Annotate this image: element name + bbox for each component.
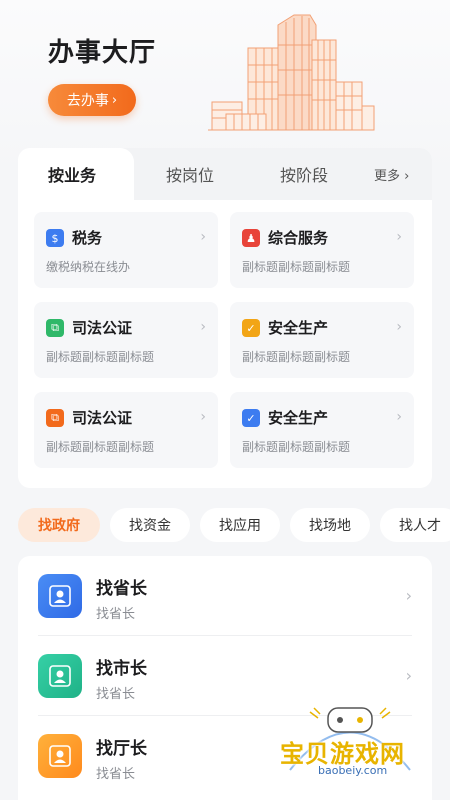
- tab-by-business[interactable]: 按业务: [48, 162, 96, 186]
- hero-banner: 办事大厅 去办事 ›: [0, 0, 450, 170]
- watermark-logo: 宝贝游戏网 baobeiy.com: [270, 700, 430, 795]
- chip-find-venue[interactable]: 找场地: [290, 508, 370, 542]
- chevron-right-icon: ›: [200, 409, 206, 425]
- people-icon: ♟: [242, 229, 260, 247]
- row-title: 找省长: [96, 579, 147, 599]
- chevron-right-icon: ›: [200, 229, 206, 245]
- service-subtitle: 副标题副标题副标题: [242, 350, 351, 364]
- chevron-right-icon: ›: [396, 229, 402, 245]
- more-label: 更多: [374, 169, 401, 184]
- buildings-illustration: [208, 14, 375, 131]
- service-item-tax[interactable]: $ 税务 缴税纳税在线办 ›: [34, 212, 218, 288]
- service-subtitle: 副标题副标题副标题: [242, 260, 351, 274]
- go-handle-button[interactable]: 去办事 ›: [48, 84, 136, 116]
- service-title: 司法公证: [72, 409, 133, 427]
- service-title: 司法公证: [72, 319, 133, 337]
- page-title: 办事大厅: [48, 38, 157, 68]
- chevron-right-icon: ›: [396, 409, 402, 425]
- service-title: 安全生产: [268, 319, 329, 337]
- row-title: 找市长: [96, 659, 147, 679]
- judicial-icon: ⧉: [46, 319, 64, 337]
- service-subtitle: 副标题副标题副标题: [46, 440, 155, 454]
- judicial-icon: ⧉: [46, 409, 64, 427]
- chip-find-talent[interactable]: 找人才: [380, 508, 450, 542]
- chevron-right-icon: ›: [405, 666, 412, 685]
- shield-icon: ✓: [242, 319, 260, 337]
- person-icon: [49, 585, 71, 607]
- go-handle-label: 去办事: [66, 93, 109, 109]
- service-item-general[interactable]: ♟ 综合服务 副标题副标题副标题 ›: [230, 212, 414, 288]
- person-icon: [49, 665, 71, 687]
- row-subtitle: 找省长: [96, 607, 136, 622]
- service-subtitle: 副标题副标题副标题: [46, 350, 155, 364]
- row-title: 找厅长: [96, 739, 147, 759]
- person-icon: [49, 745, 71, 767]
- person-avatar-icon: [38, 574, 82, 618]
- chip-find-apps[interactable]: 找应用: [200, 508, 280, 542]
- tab-by-position[interactable]: 按岗位: [166, 162, 214, 186]
- tax-icon: $: [46, 229, 64, 247]
- service-item-judicial-2[interactable]: ⧉ 司法公证 副标题副标题副标题 ›: [34, 392, 218, 468]
- service-subtitle: 副标题副标题副标题: [242, 440, 351, 454]
- chevron-right-icon: ›: [396, 319, 402, 335]
- chip-find-government[interactable]: 找政府: [18, 508, 100, 542]
- row-subtitle: 找省长: [96, 687, 136, 702]
- row-subtitle: 找省长: [96, 767, 136, 782]
- list-item[interactable]: 找省长 找省长 ›: [18, 556, 432, 636]
- tab-by-stage[interactable]: 按阶段: [280, 162, 328, 186]
- service-title: 综合服务: [268, 229, 329, 247]
- service-title: 税务: [72, 229, 103, 247]
- service-item-safety[interactable]: ✓ 安全生产 副标题副标题副标题 ›: [230, 302, 414, 378]
- chevron-right-icon: ›: [111, 92, 118, 108]
- service-item-judicial[interactable]: ⧉ 司法公证 副标题副标题副标题 ›: [34, 302, 218, 378]
- service-item-safety-2[interactable]: ✓ 安全生产 副标题副标题副标题 ›: [230, 392, 414, 468]
- shield-icon: ✓: [242, 409, 260, 427]
- service-subtitle: 缴税纳税在线办: [46, 260, 131, 274]
- more-tabs-link[interactable]: 更多 ›: [374, 165, 409, 184]
- service-card: 按业务 按岗位 按阶段 更多 › $ 税务 缴税纳税在线办 › ♟ 综合服务 副…: [18, 148, 432, 488]
- watermark-url: baobeiy.com: [318, 764, 388, 777]
- chevron-right-icon: ›: [200, 319, 206, 335]
- person-avatar-icon: [38, 734, 82, 778]
- chip-find-funding[interactable]: 找资金: [110, 508, 190, 542]
- filter-chips: 找政府 找资金 找应用 找场地 找人才: [0, 508, 450, 544]
- service-title: 安全生产: [268, 409, 329, 427]
- chevron-right-icon: ›: [404, 169, 410, 184]
- category-tabs: 按业务 按岗位 按阶段 更多 ›: [18, 148, 432, 200]
- person-avatar-icon: [38, 654, 82, 698]
- chevron-right-icon: ›: [405, 586, 412, 605]
